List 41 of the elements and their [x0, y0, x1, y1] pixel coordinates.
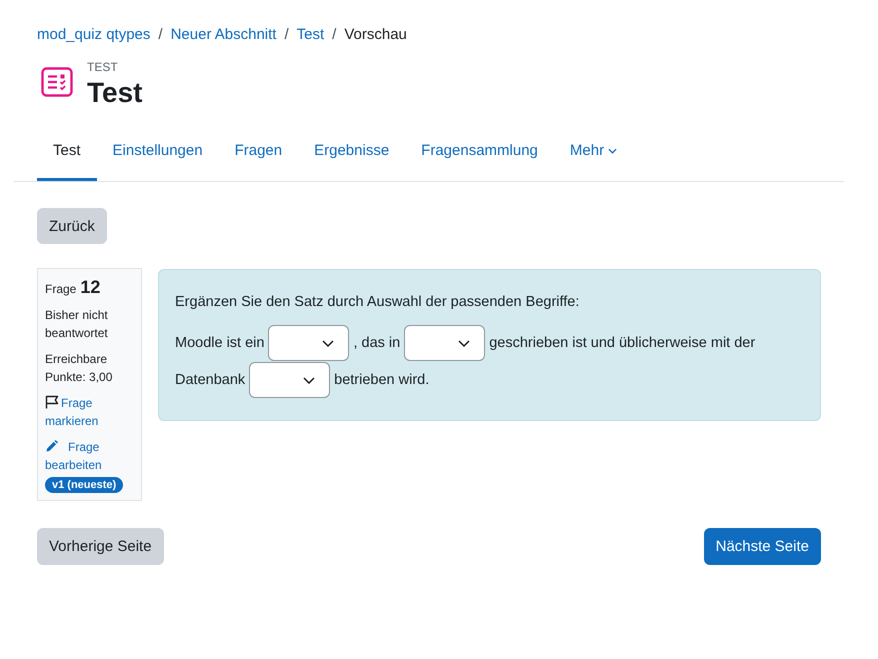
breadcrumb-link[interactable]: mod_quiz qtypes	[37, 26, 150, 44]
quiz-icon	[41, 66, 73, 98]
breadcrumb-separator: /	[284, 26, 289, 44]
flag-question-link[interactable]: Frage markieren	[45, 394, 134, 430]
nav-tab[interactable]: Mehr	[554, 123, 634, 181]
question-marks: Erreichbare Punkte: 3,00	[45, 351, 114, 386]
question-prompt: Ergänzen Sie den Satz durch Auswahl der passenden Begriffe:	[175, 293, 580, 312]
answer-dropdown[interactable]	[249, 362, 330, 398]
breadcrumb-current: Vorschau	[344, 26, 407, 44]
previous-page-button[interactable]: Vorherige Seite	[37, 528, 164, 565]
sentence-text: geschrieben ist und üblicherweise mit der	[489, 334, 756, 353]
chevron-down-icon	[322, 340, 334, 346]
question-number: 12	[80, 278, 100, 296]
nav-tab[interactable]: Einstellungen	[96, 123, 219, 181]
page-title: Test	[87, 76, 142, 110]
chevron-down-icon	[303, 376, 316, 384]
flag-icon	[45, 395, 59, 409]
breadcrumb-separator: /	[158, 26, 163, 44]
breadcrumb-link[interactable]: Test	[296, 26, 324, 44]
back-button[interactable]: Zurück	[37, 208, 107, 244]
sentence-text: betrieben wird.	[334, 371, 430, 390]
question-label: Frage	[45, 281, 76, 298]
breadcrumb-separator: /	[332, 26, 336, 44]
sentence-text: Datenbank	[175, 371, 246, 390]
nav-tab[interactable]: Ergebnisse	[298, 123, 406, 181]
sentence-text: , das in	[353, 334, 400, 353]
nav-tab[interactable]: Test	[37, 123, 97, 181]
chevron-down-icon	[608, 148, 618, 154]
question-status: Bisher nicht beantwortet	[45, 307, 109, 342]
chevron-down-icon	[458, 340, 470, 346]
breadcrumb-link[interactable]: Neuer Abschnitt	[170, 26, 276, 44]
nav-tab[interactable]: Fragensammlung	[405, 123, 554, 181]
version-badge: v1 (neueste)	[45, 477, 124, 493]
sentence-text: Moodle ist ein	[175, 334, 264, 353]
nav-tab[interactable]: Fragen	[218, 123, 298, 181]
answer-dropdown[interactable]	[268, 325, 350, 361]
activity-type-label: TEST	[87, 60, 119, 74]
edit-question-link[interactable]: Frage bearbeiten	[45, 438, 134, 474]
pencil-icon	[46, 440, 58, 452]
answer-dropdown[interactable]	[404, 325, 486, 361]
next-page-button[interactable]: Nächste Seite	[704, 528, 821, 565]
